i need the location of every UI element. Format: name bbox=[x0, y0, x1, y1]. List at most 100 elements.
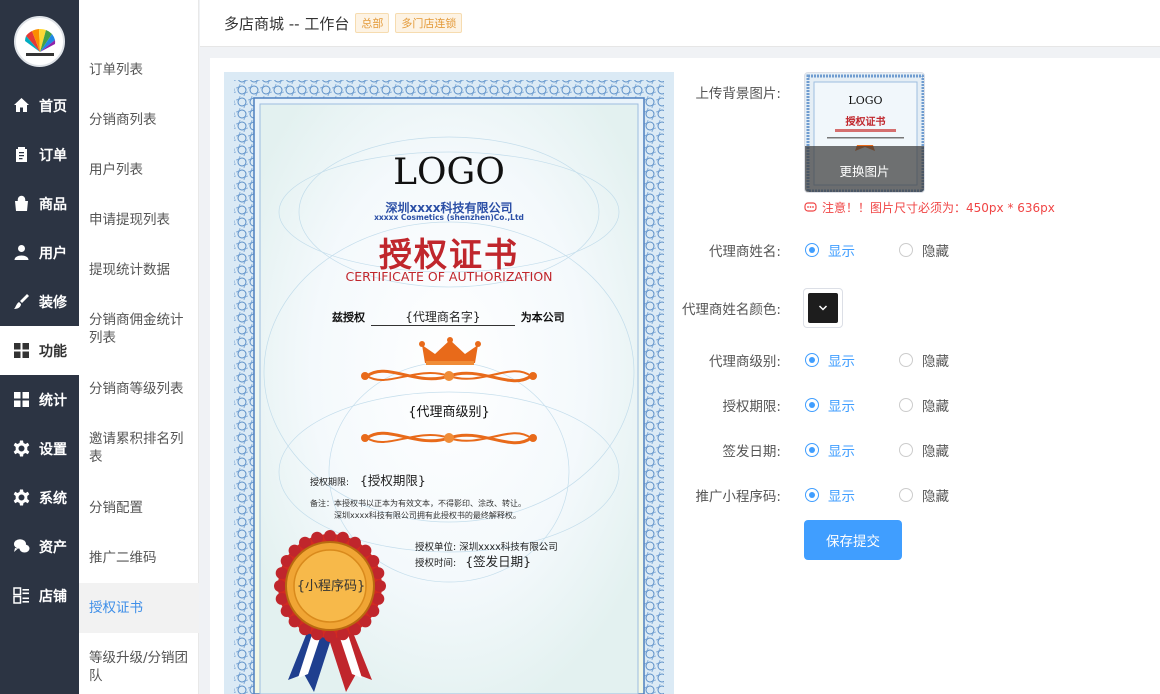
change-image-button[interactable]: 更换图片 bbox=[805, 146, 924, 192]
cert-agent-name: {代理商名字} bbox=[370, 308, 515, 326]
auth-period-row: 授权期限: 显示 隐藏 bbox=[675, 393, 949, 417]
thumb-logo: LOGO bbox=[848, 94, 882, 107]
nav-item-label: 商品 bbox=[39, 196, 67, 213]
nav-item-9[interactable]: 资产 bbox=[0, 522, 79, 571]
shopping-bag-icon bbox=[13, 195, 30, 212]
bg-upload-label: 上传背景图片: bbox=[695, 86, 781, 102]
submenu-item-10[interactable]: 授权证书 bbox=[79, 583, 199, 633]
color-picker[interactable] bbox=[803, 288, 843, 328]
submenu-item-11[interactable]: 等级升级/分销团队 bbox=[79, 649, 199, 685]
color-swatch bbox=[808, 293, 838, 323]
submenu-item-9[interactable]: 推广二维码 bbox=[79, 549, 199, 567]
nav-item-label: 订单 bbox=[39, 147, 67, 164]
nav-item-label: 装修 bbox=[39, 294, 67, 311]
size-warning: 注意！！图片尺寸必须为：450px * 636px bbox=[804, 199, 1055, 216]
nav-item-5[interactable]: 功能 bbox=[0, 326, 79, 375]
nav-item-7[interactable]: 设置 bbox=[0, 424, 79, 473]
cert-note-2: 深圳xxxx科技有限公司拥有此授权书的最终解释权。 bbox=[334, 511, 521, 520]
nav-item-label: 资产 bbox=[39, 539, 67, 556]
page-title: 多店商城 -- 工作台 bbox=[224, 14, 350, 33]
nav-item-6[interactable]: 统计 bbox=[0, 375, 79, 424]
agent-level-row: 代理商级别: 显示 隐藏 bbox=[675, 348, 949, 372]
store-icon bbox=[13, 587, 30, 604]
agent-name-color-row: 代理商姓名颜色: bbox=[675, 288, 843, 328]
save-submit-button[interactable]: 保存提交 bbox=[804, 520, 902, 560]
rosette-seal-icon bbox=[274, 530, 386, 692]
agent-level-show-radio[interactable]: 显示 bbox=[805, 350, 855, 370]
ornament-bottom-icon bbox=[361, 431, 537, 445]
badge-hq: 总部 bbox=[355, 13, 390, 33]
submenu-item-1[interactable]: 分销商列表 bbox=[79, 111, 199, 129]
submenu-item-3[interactable]: 申请提现列表 bbox=[79, 211, 199, 229]
badge-chain: 多门店连锁 bbox=[395, 13, 463, 33]
crown-icon bbox=[419, 337, 481, 365]
nav-item-label: 功能 bbox=[39, 343, 67, 360]
cert-period-value: {授权期限} bbox=[359, 473, 426, 488]
nav-item-label: 统计 bbox=[39, 392, 67, 409]
nav-item-8[interactable]: 系统 bbox=[0, 473, 79, 522]
agent-name-hide-radio[interactable]: 隐藏 bbox=[899, 240, 949, 260]
cert-time-value: {签发日期} bbox=[465, 554, 532, 569]
submenu-item-8[interactable]: 分销配置 bbox=[79, 499, 199, 517]
submenu-item-2[interactable]: 用户列表 bbox=[79, 161, 199, 179]
nav-item-1[interactable]: 订单 bbox=[0, 130, 79, 179]
nav-item-0[interactable]: 首页 bbox=[0, 81, 79, 130]
cert-agent-level: {代理商级别} bbox=[408, 405, 490, 420]
nav-item-label: 设置 bbox=[39, 441, 67, 458]
submenu-item-5[interactable]: 分销商佣金统计列表 bbox=[79, 311, 199, 347]
nav-item-4[interactable]: 装修 bbox=[0, 277, 79, 326]
warning-chat-icon bbox=[804, 202, 817, 212]
issue-date-show-radio[interactable]: 显示 bbox=[805, 440, 855, 460]
nav-item-label: 店铺 bbox=[39, 588, 67, 605]
cert-period-label: 授权期限: bbox=[310, 478, 350, 488]
mini-program-code-show-radio[interactable]: 显示 bbox=[805, 485, 855, 505]
bg-image-thumbnail[interactable]: LOGO 授权证书 更换图片 bbox=[804, 72, 925, 193]
top-header: 多店商城 -- 工作台 总部 多门店连锁 bbox=[200, 0, 1160, 47]
size-warning-text: 注意！！图片尺寸必须为：450px * 636px bbox=[822, 201, 1055, 215]
ornament-top-icon bbox=[361, 369, 537, 383]
issue-date-row: 签发日期: 显示 隐藏 bbox=[675, 438, 949, 462]
submenu-item-7[interactable]: 邀请累积排名列表 bbox=[79, 430, 199, 466]
cog-icon bbox=[13, 489, 30, 506]
chart-grid-icon bbox=[13, 391, 30, 408]
nav-item-2[interactable]: 商品 bbox=[0, 179, 79, 228]
cert-title-en: CERTIFICATE OF AUTHORIZATION bbox=[345, 269, 553, 284]
submenu-item-6[interactable]: 分销商等级列表 bbox=[79, 380, 199, 398]
cert-logo: LOGO bbox=[393, 152, 505, 193]
submenu-item-4[interactable]: 提现统计数据 bbox=[79, 261, 199, 279]
chevron-down-icon bbox=[818, 305, 828, 311]
auth-period-hide-radio[interactable]: 隐藏 bbox=[899, 395, 949, 415]
cert-time: 授权时间: {签发日期} bbox=[415, 551, 531, 570]
mini-program-code-label: 推广小程序码: bbox=[695, 489, 781, 505]
sub-menu: 订单列表分销商列表用户列表申请提现列表 提现统计数据分销商佣金统计列表分销商等级列… bbox=[79, 0, 199, 694]
agent-level-hide-radio[interactable]: 隐藏 bbox=[899, 350, 949, 370]
cert-grant-prefix: 兹授权 bbox=[332, 311, 365, 324]
cert-period: 授权期限: {授权期限} bbox=[310, 470, 426, 489]
main-sidebar: 首页订单商品用户装修功能统计设置系统资产店铺 bbox=[0, 0, 79, 694]
brand-logo bbox=[14, 16, 65, 67]
cert-note-1: 备注：本授权书以正本为有效文本，不得影印、涂改、转让。 bbox=[310, 499, 526, 508]
cert-seal-text: {小程序码} bbox=[296, 579, 366, 594]
bg-upload-row: 上传背景图片: bbox=[675, 80, 785, 104]
issue-date-hide-radio[interactable]: 隐藏 bbox=[899, 440, 949, 460]
nav-item-label: 首页 bbox=[39, 98, 67, 115]
agent-name-label: 代理商姓名: bbox=[708, 244, 781, 260]
auth-period-show-radio[interactable]: 显示 bbox=[805, 395, 855, 415]
user-icon bbox=[13, 244, 30, 261]
chat-icon bbox=[13, 538, 30, 555]
nav-item-10[interactable]: 店铺 bbox=[0, 571, 79, 620]
gear-icon bbox=[13, 440, 30, 457]
nav-item-label: 系统 bbox=[39, 490, 67, 507]
cert-time-label: 授权时间: bbox=[415, 558, 457, 569]
cert-company-en: xxxxx Cosmetics (shenzhen)Co.,Ltd bbox=[374, 213, 524, 222]
nav-item-3[interactable]: 用户 bbox=[0, 228, 79, 277]
nav-item-label: 用户 bbox=[39, 245, 67, 262]
mini-program-code-hide-radio[interactable]: 隐藏 bbox=[899, 485, 949, 505]
agent-name-row: 代理商姓名: 显示 隐藏 bbox=[675, 238, 949, 262]
cert-grant-line: 兹授权 {代理商名字} 为本公司 bbox=[332, 308, 565, 326]
agent-name-show-radio[interactable]: 显示 bbox=[805, 240, 855, 260]
paint-brush-icon bbox=[13, 293, 30, 310]
main-nav: 首页订单商品用户装修功能统计设置系统资产店铺 bbox=[0, 81, 79, 620]
cert-grant-suffix: 为本公司 bbox=[520, 311, 565, 324]
submenu-item-0[interactable]: 订单列表 bbox=[79, 61, 199, 79]
